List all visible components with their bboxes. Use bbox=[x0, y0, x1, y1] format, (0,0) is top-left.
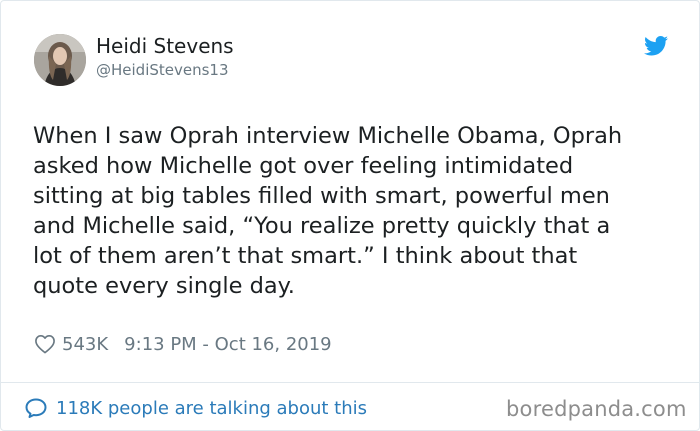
heart-outline-icon[interactable] bbox=[34, 334, 56, 354]
avatar-photo bbox=[34, 34, 86, 86]
twitter-bird-icon[interactable] bbox=[644, 36, 668, 56]
conversation-label[interactable]: 118K people are talking about this bbox=[56, 398, 367, 419]
conversation-link[interactable]: 118K people are talking about this bbox=[24, 395, 367, 421]
speech-bubble-icon bbox=[25, 398, 47, 418]
watermark: boredpanda.com bbox=[506, 397, 687, 421]
tweet-meta: 543K 9:13 PM - Oct 16, 2019 bbox=[34, 331, 332, 357]
like-count[interactable]: 543K bbox=[62, 334, 108, 355]
avatar[interactable] bbox=[34, 34, 86, 86]
tweet-text: When I saw Oprah interview Michelle Obam… bbox=[33, 123, 623, 299]
tweet-timestamp[interactable]: 9:13 PM - Oct 16, 2019 bbox=[124, 334, 331, 355]
tweet-card: Heidi Stevens @HeidiStevens13 When I saw… bbox=[0, 0, 700, 431]
divider bbox=[1, 382, 699, 383]
author-handle[interactable]: @HeidiStevens13 bbox=[96, 61, 229, 79]
author-name[interactable]: Heidi Stevens bbox=[96, 34, 234, 58]
